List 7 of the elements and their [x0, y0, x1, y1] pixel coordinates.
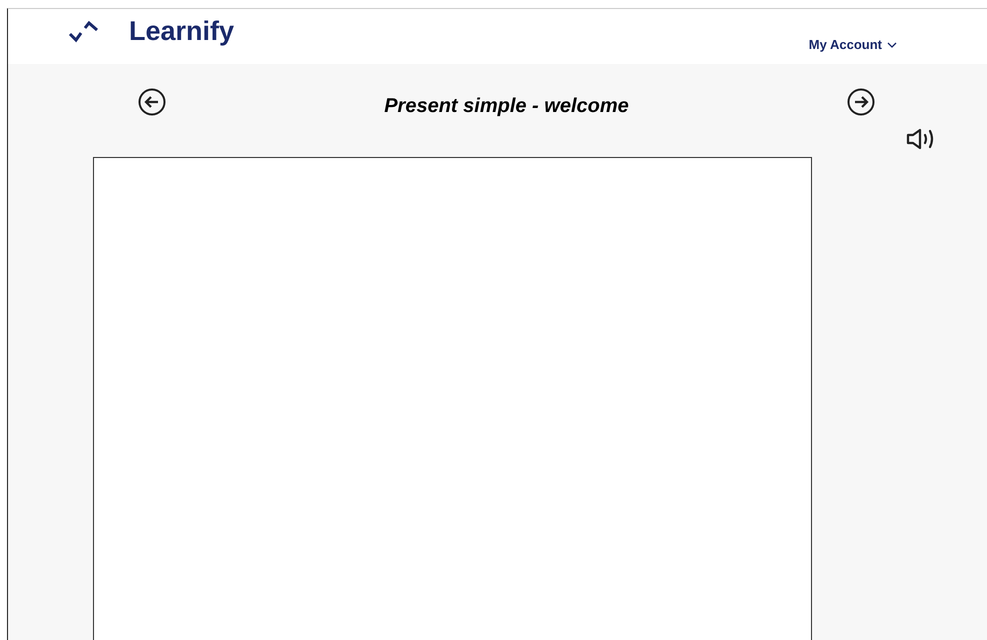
logo-icon	[68, 20, 100, 42]
account-menu[interactable]: My Account	[808, 37, 897, 52]
brand-name: Learnify	[129, 16, 234, 47]
caret-icon	[887, 42, 897, 48]
next-button[interactable]	[847, 88, 875, 116]
previous-button[interactable]	[138, 88, 166, 116]
lesson-title: Present simple - welcome	[383, 95, 630, 118]
